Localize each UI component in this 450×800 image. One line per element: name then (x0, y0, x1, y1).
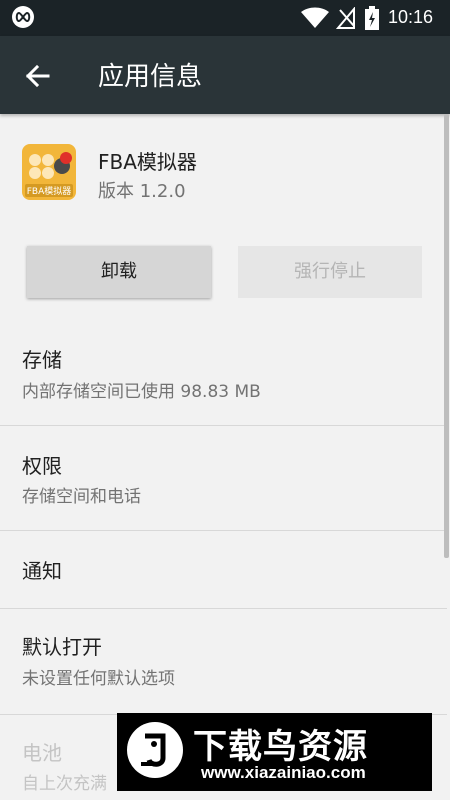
bird-logo-icon (127, 722, 183, 778)
settings-item-title: 电池 (22, 741, 62, 765)
uninstall-button[interactable]: 卸载 (27, 246, 211, 298)
watermark-text: 下载鸟资源 (193, 727, 368, 767)
watermark-url: www.xiazainiao.com (201, 763, 366, 782)
app-name: FBA模拟器 (98, 150, 197, 174)
settings-item-subtitle: 内部存储空间已使用 98.83 MB (22, 382, 261, 402)
settings-item-permissions[interactable]: 权限 存储空间和电话 (0, 426, 447, 531)
app-bar: 应用信息 (0, 36, 450, 114)
settings-item-open-by-default[interactable]: 默认打开 未设置任何默认选项 (0, 609, 447, 715)
settings-item-subtitle: 存储空间和电话 (22, 487, 141, 507)
settings-item-title: 存储 (22, 348, 62, 372)
settings-item-storage[interactable]: 存储 内部存储空间已使用 98.83 MB (0, 322, 447, 426)
app-icon-label: FBA模拟器 (27, 185, 72, 197)
settings-item-subtitle: 自上次充满 (22, 774, 107, 794)
app-version: 版本 1.2.0 (98, 181, 186, 202)
back-button[interactable] (18, 56, 58, 96)
status-bar: 10:16 (0, 0, 450, 36)
watermark: 下载鸟资源 www.xiazainiao.com (117, 713, 432, 791)
settings-item-title: 权限 (22, 454, 62, 478)
settings-item-subtitle: 未设置任何默认选项 (22, 669, 175, 689)
scrollbar[interactable] (444, 114, 449, 558)
wifi-icon (301, 7, 329, 28)
app-icon: FBA模拟器 (22, 144, 76, 200)
battery-charging-icon (365, 6, 379, 30)
settings-item-title: 默认打开 (22, 635, 102, 659)
settings-item-notifications[interactable]: 通知 (0, 531, 447, 609)
arrow-left-icon (25, 64, 50, 88)
infinity-icon (12, 6, 34, 28)
settings-item-title: 通知 (22, 559, 62, 583)
status-time: 10:16 (388, 7, 434, 27)
page-title: 应用信息 (98, 62, 203, 92)
force-stop-button[interactable]: 强行停止 (238, 246, 422, 298)
no-signal-icon (336, 7, 355, 29)
